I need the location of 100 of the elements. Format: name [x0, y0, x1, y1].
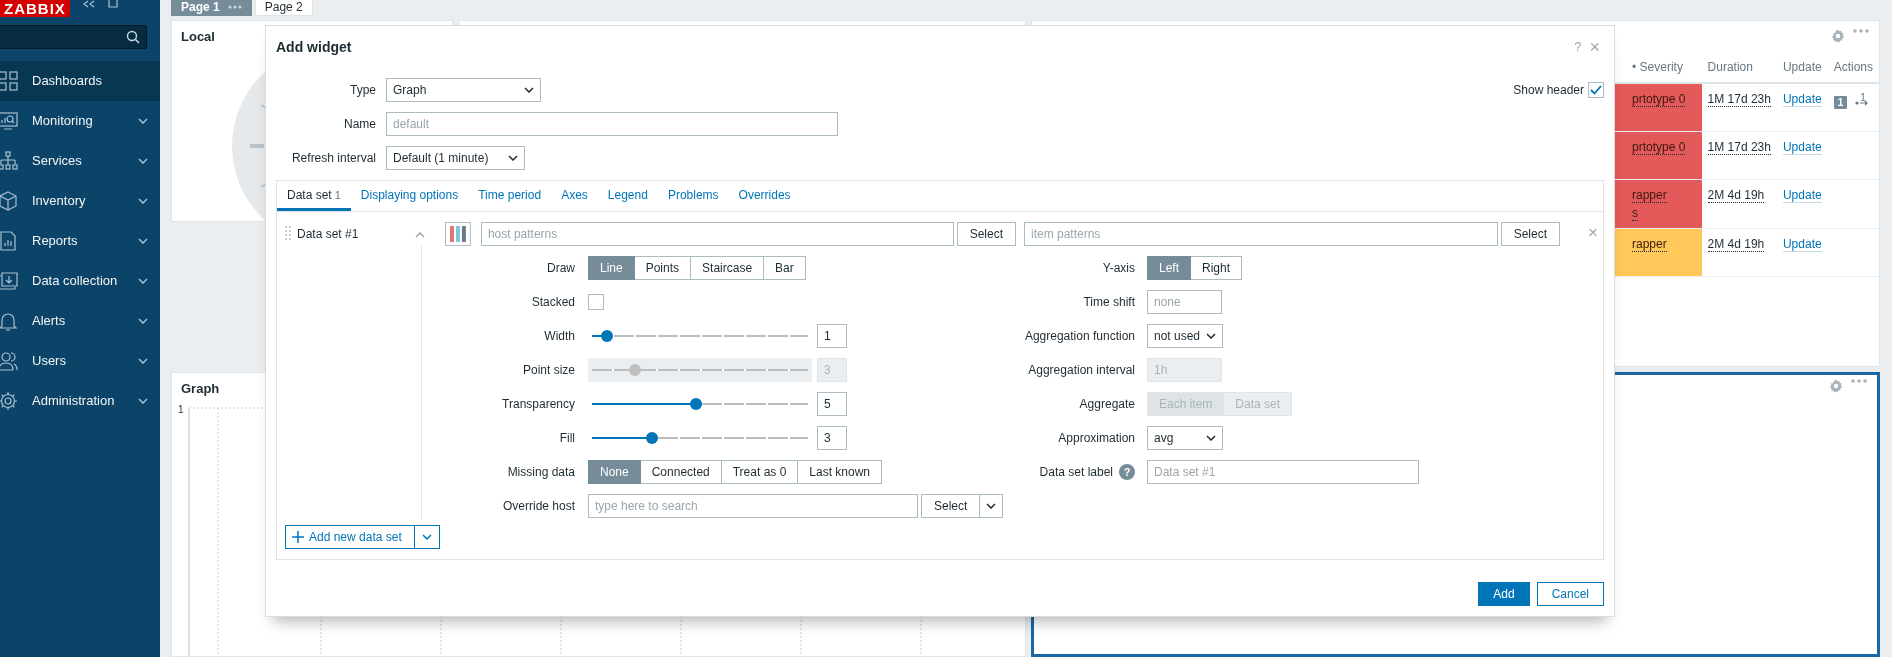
text-field[interactable]: host patterns: [480, 222, 954, 246]
tab[interactable]: Problems: [657, 181, 729, 211]
checkbox[interactable]: [588, 294, 604, 310]
plus-icon: [292, 531, 304, 543]
nav-label: Alerts: [32, 312, 66, 331]
tab[interactable]: Data set 1: [277, 181, 351, 211]
duration-text[interactable]: 1M 17d 23h: [1707, 92, 1771, 107]
nav-item[interactable]: Reports: [0, 221, 160, 261]
settings-icon: [1829, 379, 1843, 393]
nav-label: Administration: [32, 392, 115, 411]
text-field[interactable]: item patterns: [1024, 222, 1498, 246]
field-label: Aggregate: [1078, 396, 1135, 413]
collapse-icon: [81, 0, 96, 8]
add-data-set-button[interactable]: Add new data set: [285, 525, 415, 549]
chevron-down-icon: [421, 534, 432, 540]
field-label: Transparency: [501, 396, 575, 413]
text-field[interactable]: 5: [817, 392, 847, 416]
nav-item[interactable]: Administration: [0, 381, 160, 421]
option-button[interactable]: Staircase: [691, 256, 765, 280]
text-field[interactable]: Data set #1: [1147, 460, 1419, 484]
option-button[interactable]: Last known: [798, 460, 882, 484]
cancel-button[interactable]: Cancel: [1536, 582, 1604, 606]
tab[interactable]: Overrides: [728, 181, 801, 211]
hierarchy-icon: [0, 151, 18, 171]
dialog-title: Add widget: [276, 37, 352, 57]
nav-item[interactable]: Monitoring: [0, 101, 160, 141]
option-button[interactable]: Bar: [764, 256, 806, 280]
window-icon: [107, 0, 118, 8]
select-button[interactable]: Select: [1500, 222, 1560, 246]
option-button[interactable]: Treat as 0: [721, 460, 799, 484]
download-box-icon: [0, 271, 18, 291]
nav-label: Monitoring: [32, 112, 93, 131]
problem-text[interactable]: rapper: [1632, 187, 1667, 203]
chevron-down-icon: [1206, 435, 1216, 441]
field-label: Type: [349, 82, 376, 99]
field-label: Data set label: [1039, 464, 1113, 481]
chevron-up-icon: [413, 231, 427, 238]
text-field[interactable]: default: [386, 112, 838, 136]
nav-label: Services: [32, 152, 82, 171]
report-icon: [0, 231, 18, 251]
problem-text[interactable]: rapper: [1632, 236, 1667, 252]
nav-item[interactable]: Alerts: [0, 301, 160, 341]
duration-text[interactable]: 2M 4d 19h: [1707, 236, 1765, 252]
duration-text[interactable]: 1M 17d 23h: [1707, 139, 1771, 155]
chevron-down-icon: [508, 155, 518, 161]
add-button[interactable]: Add: [1478, 582, 1530, 606]
refresh-select[interactable]: Default (1 minute): [386, 146, 525, 170]
problem-text[interactable]: prtotype 0: [1632, 92, 1686, 107]
text-field[interactable]: 1: [817, 324, 847, 348]
nav-label: Users: [32, 352, 66, 371]
text-field[interactable]: none: [1147, 290, 1222, 314]
widget-title: Local: [180, 28, 216, 46]
more-icon: [227, 5, 242, 9]
dropdown-button[interactable]: [980, 494, 1004, 518]
update-link[interactable]: Update: [1782, 139, 1822, 155]
checkbox[interactable]: [1588, 82, 1604, 98]
problem-text[interactable]: s: [1632, 205, 1638, 221]
tab[interactable]: Time period: [468, 181, 552, 211]
slider-thumb[interactable]: [601, 330, 614, 342]
slider-thumb[interactable]: [646, 432, 659, 444]
type-select[interactable]: Graph: [386, 78, 541, 102]
tab[interactable]: Displaying options: [350, 181, 469, 211]
field-label: Name: [343, 116, 376, 133]
dropdown-button[interactable]: [414, 525, 440, 549]
dropdown-field[interactable]: avg: [1147, 426, 1223, 450]
nav-item[interactable]: Users: [0, 341, 160, 381]
search-field[interactable]: [0, 25, 147, 49]
chevron-down-icon: [1206, 333, 1216, 339]
tab[interactable]: Legend: [597, 181, 658, 211]
slider-thumb[interactable]: [689, 398, 702, 410]
field-label: Point size: [521, 362, 575, 379]
option-button[interactable]: Right: [1191, 256, 1243, 280]
option-button[interactable]: Points: [634, 256, 692, 280]
nav-item[interactable]: Dashboards: [0, 61, 160, 101]
field-label: Aggregation function: [1024, 328, 1135, 345]
dropdown-field[interactable]: not used: [1147, 324, 1223, 348]
duration-text[interactable]: 2M 4d 19h: [1707, 187, 1765, 203]
nav-item[interactable]: Data collection: [0, 261, 160, 301]
nav-label: Reports: [32, 232, 78, 251]
nav-label: Inventory: [32, 192, 86, 211]
page-tab[interactable]: Page 2: [254, 0, 313, 16]
text-field[interactable]: type here to search: [588, 494, 918, 518]
update-link[interactable]: Update: [1782, 92, 1822, 107]
problem-text[interactable]: prtotype 0: [1632, 139, 1686, 155]
column-header: Update: [1776, 51, 1828, 83]
column-header: Actions: [1827, 51, 1879, 83]
nav-item[interactable]: Inventory: [0, 181, 160, 221]
select-button[interactable]: Select: [956, 222, 1016, 246]
search-icon: [126, 30, 140, 44]
nav-item[interactable]: Services: [0, 141, 160, 181]
field-label: Fill: [558, 430, 575, 447]
field-label: Y-axis: [1101, 260, 1135, 277]
monitor-icon: [0, 111, 18, 131]
data-set-name: Data set #1: [297, 226, 359, 243]
tab[interactable]: Axes: [551, 181, 598, 211]
update-link[interactable]: Update: [1782, 187, 1822, 203]
update-link[interactable]: Update: [1782, 236, 1822, 252]
select-button[interactable]: Select: [921, 494, 981, 518]
option-button[interactable]: Connected: [640, 460, 722, 484]
text-field[interactable]: 3: [817, 426, 847, 450]
